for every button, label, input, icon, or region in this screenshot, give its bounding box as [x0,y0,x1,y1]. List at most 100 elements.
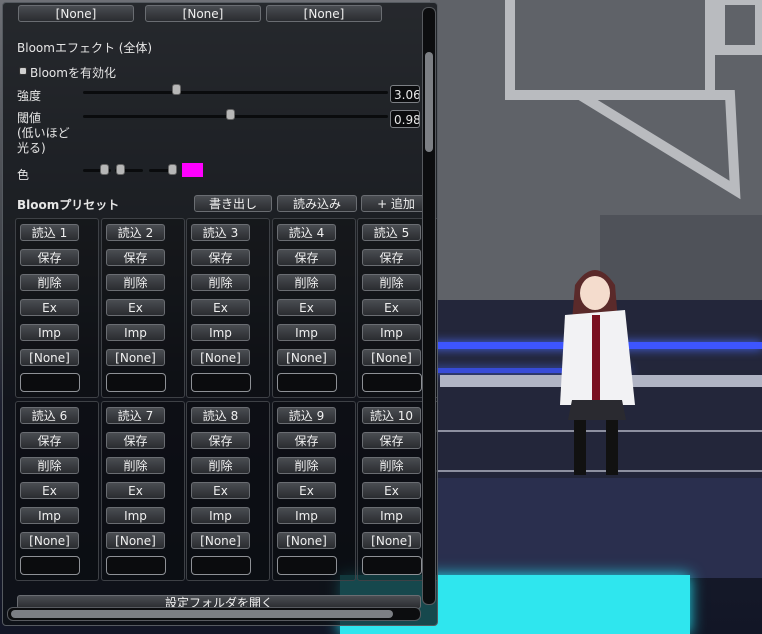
slot-ex-button[interactable]: Ex [362,482,421,499]
slot-none-button[interactable]: [None] [20,349,79,366]
slot-name-field[interactable] [277,556,337,575]
slot-load-button[interactable]: 読込 3 [191,224,250,241]
slot-ex-button[interactable]: Ex [20,299,79,316]
slot-delete-button[interactable]: 削除 [106,457,165,474]
character-avatar [560,270,635,475]
add-preset-button[interactable]: + 追加 [361,195,431,212]
slot-name-field[interactable] [106,373,166,392]
slot-save-button[interactable]: 保存 [191,249,250,266]
slot-delete-button[interactable]: 削除 [191,457,250,474]
threshold-slider-track[interactable] [83,115,388,118]
slot-imp-button[interactable]: Imp [20,507,79,524]
export-button[interactable]: 書き出し [194,195,272,212]
slot-delete-button[interactable]: 削除 [362,274,421,291]
slot-save-button[interactable]: 保存 [106,249,165,266]
slot-name-field[interactable] [277,373,337,392]
slot-ex-button[interactable]: Ex [106,482,165,499]
color-b-thumb[interactable] [168,164,177,175]
threshold-slider-thumb[interactable] [226,109,235,120]
threshold-label: 閾値 (低いほど 光る) [17,111,70,155]
slot-load-button[interactable]: 読込 4 [277,224,336,241]
slot-ex-button[interactable]: Ex [191,482,250,499]
slot-ex-button[interactable]: Ex [191,299,250,316]
slot-delete-button[interactable]: 削除 [277,274,336,291]
bloom-settings-panel: [None] [None] [None] Bloomエフェクト (全体) Blo… [2,2,438,626]
slot-delete-button[interactable]: 削除 [20,457,79,474]
import-button[interactable]: 読み込み [277,195,357,212]
slot-save-button[interactable]: 保存 [106,432,165,449]
slot-imp-button[interactable]: Imp [277,324,336,341]
slot-name-field[interactable] [20,373,80,392]
intensity-label: 強度 [17,89,42,103]
top-none-button-3[interactable]: [None] [266,5,382,22]
slot-none-button[interactable]: [None] [106,349,165,366]
slot-load-button[interactable]: 読込 9 [277,407,336,424]
slot-name-field[interactable] [362,556,422,575]
intensity-slider-track[interactable] [83,91,388,94]
slot-ex-button[interactable]: Ex [362,299,421,316]
slot-name-field[interactable] [191,373,251,392]
slot-ex-button[interactable]: Ex [277,299,336,316]
color-label: 色 [17,168,30,182]
slot-name-field[interactable] [362,373,422,392]
slot-save-button[interactable]: 保存 [20,432,79,449]
slot-load-button[interactable]: 読込 5 [362,224,421,241]
bloom-enable-label[interactable]: Bloomを有効化 [30,64,116,81]
slot-save-button[interactable]: 保存 [20,249,79,266]
slot-imp-button[interactable]: Imp [277,507,336,524]
slot-save-button[interactable]: 保存 [277,249,336,266]
slot-delete-button[interactable]: 削除 [191,274,250,291]
color-r-thumb[interactable] [100,164,109,175]
slot-imp-button[interactable]: Imp [106,507,165,524]
slot-name-field[interactable] [20,556,80,575]
slot-load-button[interactable]: 読込 8 [191,407,250,424]
color-g-thumb[interactable] [116,164,125,175]
slot-save-button[interactable]: 保存 [362,249,421,266]
preset-title: Bloomプリセット [17,198,120,212]
slot-none-button[interactable]: [None] [277,532,336,549]
slot-none-button[interactable]: [None] [106,532,165,549]
slot-name-field[interactable] [191,556,251,575]
slot-ex-button[interactable]: Ex [106,299,165,316]
horizontal-scrollbar-thumb[interactable] [11,610,393,618]
slot-none-button[interactable]: [None] [362,532,421,549]
slot-none-button[interactable]: [None] [20,532,79,549]
slot-delete-button[interactable]: 削除 [277,457,336,474]
slot-delete-button[interactable]: 削除 [362,457,421,474]
slot-imp-button[interactable]: Imp [362,507,421,524]
slot-save-button[interactable]: 保存 [191,432,250,449]
horizontal-scrollbar[interactable] [7,607,421,621]
slot-save-button[interactable]: 保存 [277,432,336,449]
slot-imp-button[interactable]: Imp [106,324,165,341]
slot-delete-button[interactable]: 削除 [20,274,79,291]
slot-none-button[interactable]: [None] [277,349,336,366]
slot-load-button[interactable]: 読込 10 [362,407,421,424]
slot-load-button[interactable]: 読込 6 [20,407,79,424]
slot-ex-button[interactable]: Ex [277,482,336,499]
threshold-value-field[interactable]: 0.98 [390,110,420,128]
slot-save-button[interactable]: 保存 [362,432,421,449]
stage-logo-icon [505,0,762,200]
vertical-scrollbar-thumb[interactable] [425,52,433,152]
slot-none-button[interactable]: [None] [191,349,250,366]
slot-load-button[interactable]: 読込 1 [20,224,79,241]
top-none-button-2[interactable]: [None] [145,5,261,22]
slot-delete-button[interactable]: 削除 [106,274,165,291]
slot-imp-button[interactable]: Imp [191,507,250,524]
slot-imp-button[interactable]: Imp [20,324,79,341]
slot-none-button[interactable]: [None] [191,532,250,549]
top-none-button-1[interactable]: [None] [18,5,134,22]
intensity-value-field[interactable]: 3.06 [390,85,420,103]
bloom-enable-checkbox[interactable] [19,67,27,75]
slot-name-field[interactable] [106,556,166,575]
color-swatch[interactable] [182,163,203,177]
intensity-slider-thumb[interactable] [172,84,181,95]
vertical-scrollbar[interactable] [422,7,436,605]
slot-imp-button[interactable]: Imp [362,324,421,341]
slot-load-button[interactable]: 読込 7 [106,407,165,424]
slot-load-button[interactable]: 読込 2 [106,224,165,241]
slot-ex-button[interactable]: Ex [20,482,79,499]
bloom-section-title: Bloomエフェクト (全体) [17,41,153,55]
slot-imp-button[interactable]: Imp [191,324,250,341]
slot-none-button[interactable]: [None] [362,349,421,366]
